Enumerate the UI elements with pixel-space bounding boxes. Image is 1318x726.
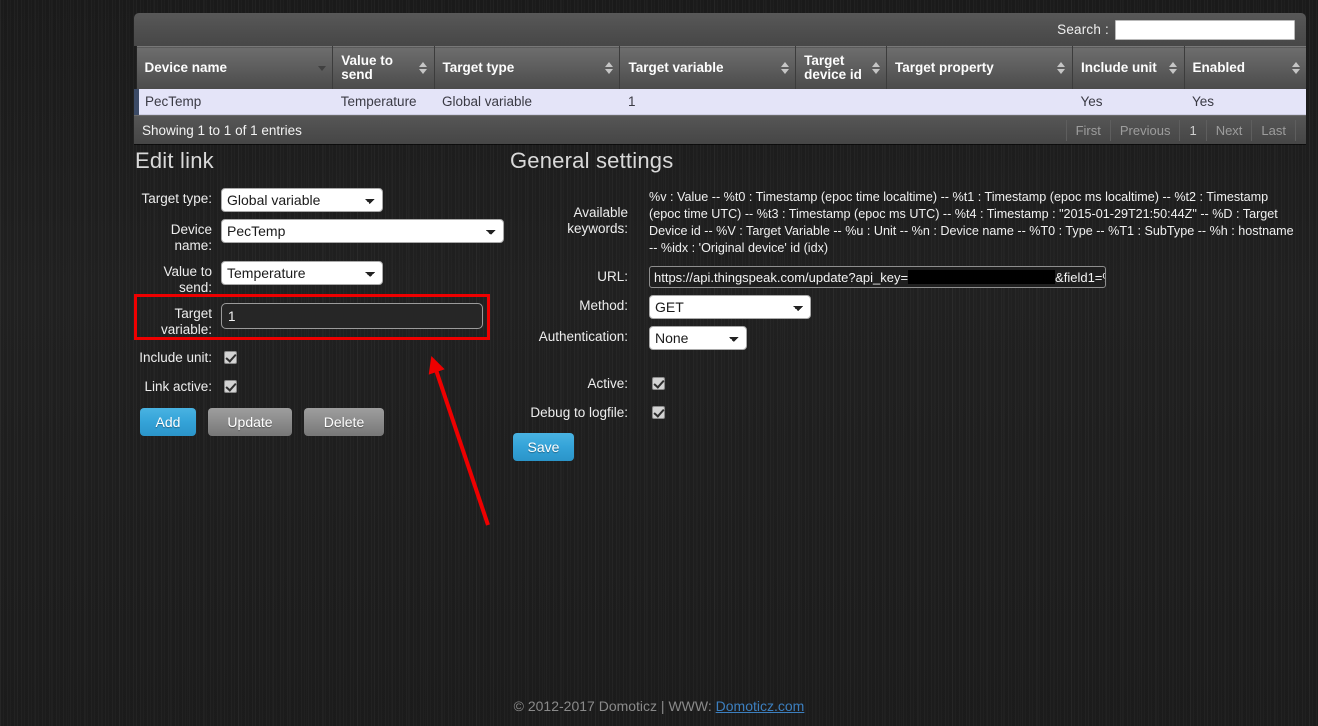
- column-label: Target property: [895, 60, 994, 75]
- value-to-send-select[interactable]: Temperature: [221, 261, 383, 285]
- method-select[interactable]: GET: [649, 295, 811, 319]
- device-name-select[interactable]: PecTemp: [221, 219, 504, 243]
- delete-button[interactable]: Delete: [304, 408, 384, 436]
- table-header-row: Device name Value to send Target type Ta…: [136, 46, 1306, 89]
- pagination-page-1[interactable]: 1: [1179, 119, 1205, 141]
- cell-enabled: Yes: [1184, 89, 1306, 115]
- field-active: Active:: [510, 373, 1310, 395]
- table-footer: Showing 1 to 1 of 1 entries First Previo…: [134, 115, 1306, 144]
- active-checkbox[interactable]: [652, 377, 665, 390]
- cell-device-name: PecTemp: [134, 89, 333, 115]
- cell-target-property: [886, 89, 1073, 115]
- cell-target-type: Global variable: [434, 89, 620, 115]
- column-header-enabled[interactable]: Enabled: [1184, 46, 1306, 89]
- column-header-target-property[interactable]: Target property: [886, 46, 1073, 89]
- column-label: Include unit: [1080, 60, 1157, 75]
- sort-toggle-icon[interactable]: [780, 62, 789, 74]
- field-include-unit: Include unit:: [135, 347, 505, 369]
- pagination-first[interactable]: First: [1065, 119, 1110, 141]
- search-label: Search :: [1057, 22, 1109, 37]
- sort-toggle-icon[interactable]: [604, 62, 613, 74]
- target-type-select[interactable]: Global variable: [221, 188, 383, 212]
- sort-toggle-icon[interactable]: [1291, 62, 1300, 74]
- field-available-keywords: Available keywords: %v : Value -- %t0 : …: [510, 188, 1310, 257]
- update-button[interactable]: Update: [208, 408, 292, 436]
- table-row[interactable]: PecTemp Temperature Global variable 1 Ye…: [134, 89, 1306, 115]
- cell-target-device-id: [795, 89, 887, 115]
- label-link-active: Link active:: [144, 379, 212, 394]
- links-table: Device name Value to send Target type Ta…: [134, 46, 1306, 115]
- pagination: First Previous 1 Next Last: [1065, 119, 1296, 141]
- field-target-type: Target type: Global variable: [135, 188, 505, 212]
- column-label: Target type: [442, 60, 515, 75]
- link-active-checkbox[interactable]: [224, 380, 237, 393]
- label-device-name: Device name:: [170, 222, 212, 253]
- column-label: Value to send: [341, 53, 394, 82]
- label-value-to-send: Value to send:: [163, 264, 212, 295]
- column-header-value-to-send[interactable]: Value to send: [332, 46, 435, 89]
- target-variable-input[interactable]: [221, 303, 483, 329]
- column-header-target-variable[interactable]: Target variable: [619, 46, 797, 89]
- sort-toggle-icon[interactable]: [1057, 62, 1066, 74]
- column-header-include-unit[interactable]: Include unit: [1072, 46, 1185, 89]
- table-search-bar: Search :: [134, 13, 1306, 46]
- field-device-name: Device name: PecTemp: [135, 219, 505, 254]
- page-footer: © 2012-2017 Domoticz | WWW: Domoticz.com: [0, 698, 1318, 714]
- label-url: URL:: [597, 269, 628, 284]
- url-prefix-text: https://api.thingspeak.com/update?api_ke…: [654, 269, 909, 285]
- url-suffix-text: &field1=%: [1055, 269, 1105, 285]
- search-input[interactable]: [1115, 19, 1295, 40]
- cell-include-unit: Yes: [1072, 89, 1185, 115]
- footer-domoticz-link[interactable]: Domoticz.com: [716, 698, 805, 714]
- label-debug-to-logfile: Debug to logfile:: [530, 405, 628, 420]
- field-method: Method: GET: [510, 295, 1310, 319]
- url-input[interactable]: https://api.thingspeak.com/update?api_ke…: [649, 266, 1106, 288]
- column-label: Target variable: [628, 60, 724, 75]
- field-authentication: Authentication: None: [510, 326, 1310, 350]
- include-unit-checkbox[interactable]: [224, 351, 237, 364]
- field-target-variable: Target variable:: [135, 303, 505, 338]
- save-button[interactable]: Save: [513, 433, 574, 461]
- field-url: URL: https://api.thingspeak.com/update?a…: [510, 266, 1310, 288]
- edit-link-section: Edit link Target type: Global variable D…: [135, 148, 505, 436]
- label-target-variable: Target variable:: [160, 306, 212, 337]
- debug-to-logfile-checkbox[interactable]: [652, 406, 665, 419]
- sort-toggle-icon[interactable]: [419, 62, 428, 74]
- sort-toggle-icon[interactable]: [871, 62, 880, 74]
- label-active: Active:: [587, 376, 628, 391]
- column-label: Enabled: [1192, 60, 1246, 75]
- general-settings-title: General settings: [510, 148, 674, 173]
- general-settings-buttons: Save: [513, 433, 1310, 461]
- label-authentication: Authentication:: [538, 329, 628, 344]
- cell-target-variable: 1: [619, 89, 796, 115]
- pagination-next[interactable]: Next: [1205, 119, 1252, 141]
- field-value-to-send: Value to send: Temperature: [135, 261, 505, 296]
- label-available-keywords: Available keywords:: [567, 205, 628, 236]
- cell-value-to-send: Temperature: [332, 89, 435, 115]
- url-redacted-apikey: [908, 270, 1056, 284]
- edit-link-buttons: Add Update Delete: [140, 408, 505, 436]
- footer-copyright: © 2012-2017 Domoticz | WWW:: [513, 698, 712, 714]
- column-label: Target device id: [804, 53, 862, 82]
- pagination-last[interactable]: Last: [1251, 119, 1296, 141]
- pagination-previous[interactable]: Previous: [1109, 119, 1180, 141]
- available-keywords-text: %v : Value -- %t0 : Timestamp (epoc time…: [649, 190, 1294, 255]
- authentication-select[interactable]: None: [649, 326, 747, 350]
- column-label: Device name: [144, 60, 228, 75]
- column-header-target-type[interactable]: Target type: [434, 46, 621, 89]
- sort-toggle-icon[interactable]: [1169, 62, 1178, 74]
- label-target-type: Target type:: [141, 191, 212, 206]
- field-link-active: Link active:: [135, 376, 505, 398]
- label-include-unit: Include unit:: [139, 350, 212, 365]
- sort-descending-icon[interactable]: [317, 65, 326, 71]
- edit-link-title: Edit link: [135, 148, 214, 173]
- column-header-target-device-id[interactable]: Target device id: [795, 46, 887, 89]
- column-header-device-name[interactable]: Device name: [136, 46, 334, 89]
- add-button[interactable]: Add: [140, 408, 196, 436]
- table-info: Showing 1 to 1 of 1 entries: [142, 122, 302, 138]
- field-debug-to-logfile: Debug to logfile:: [510, 402, 1310, 424]
- label-method: Method:: [579, 298, 628, 313]
- general-settings-section: General settings Available keywords: %v …: [510, 148, 1310, 461]
- links-table-panel: Search : Device name Value to send Targe…: [134, 13, 1306, 144]
